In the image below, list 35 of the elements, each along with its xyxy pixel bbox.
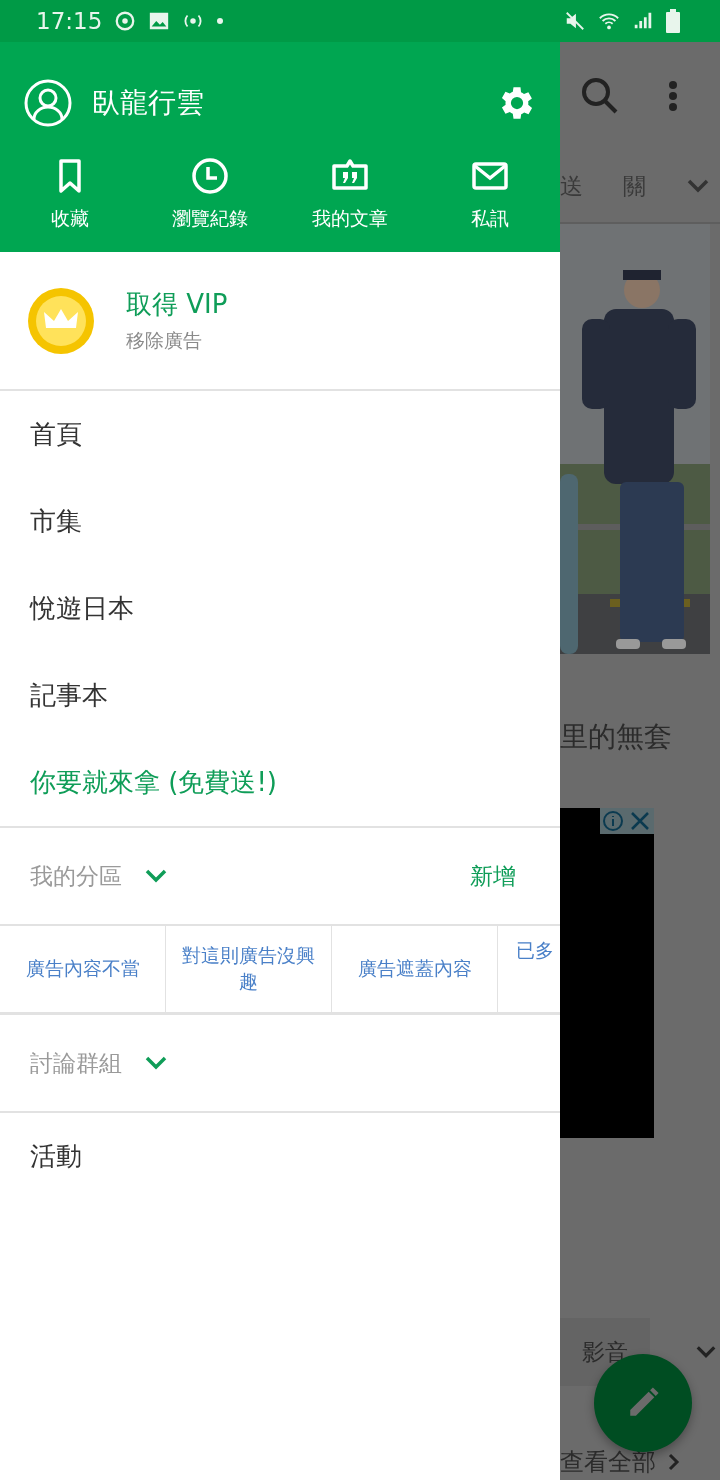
ad-feedback-option[interactable]: 對這則廣告沒興趣 bbox=[166, 926, 332, 1012]
ad-feedback-option[interactable]: 廣告遮蓋內容 bbox=[332, 926, 498, 1012]
ad-feedback-option[interactable]: 廣告內容不當 bbox=[0, 926, 166, 1012]
section-label[interactable]: 我的分區 bbox=[30, 860, 122, 892]
crown-badge-icon bbox=[26, 285, 96, 356]
clock-icon bbox=[190, 156, 230, 196]
more-icon[interactable] bbox=[668, 81, 678, 111]
shortcut-button[interactable]: 我的文章 bbox=[280, 156, 420, 232]
shortcut-button[interactable]: 收藏 bbox=[0, 156, 140, 232]
mute-icon bbox=[564, 10, 586, 32]
vip-subtitle: 移除廣告 bbox=[126, 328, 202, 353]
add-link[interactable]: 新增 bbox=[470, 860, 516, 892]
menu-item[interactable]: 市集 bbox=[0, 478, 560, 565]
vip-title: 取得 VIP bbox=[126, 288, 228, 321]
menu-item[interactable]: 首頁 bbox=[0, 391, 560, 478]
image-icon bbox=[148, 10, 171, 32]
menu-item[interactable]: 記事本 bbox=[0, 652, 560, 739]
user-name[interactable]: 臥龍行雲 bbox=[92, 84, 476, 122]
chevron-right-icon bbox=[668, 1453, 680, 1471]
see-all-link[interactable]: 查看全部 bbox=[560, 1448, 656, 1476]
menu-item[interactable]: 悅遊日本 bbox=[0, 565, 560, 652]
section-label[interactable]: 討論群組 bbox=[30, 1047, 122, 1079]
search-icon[interactable] bbox=[580, 76, 620, 116]
shortcut-button[interactable]: 私訊 bbox=[420, 156, 560, 232]
vip-banner[interactable]: 取得 VIP 移除廣告 bbox=[0, 252, 560, 391]
menu-item[interactable]: 你要就來拿 (免費送!) bbox=[0, 739, 560, 826]
menu-item[interactable]: 活動 bbox=[0, 1113, 560, 1200]
dot-icon bbox=[216, 17, 225, 25]
ad-feedback-option[interactable]: 已多 bbox=[498, 926, 559, 1012]
status-time: 17:15 bbox=[36, 8, 103, 34]
battery-icon bbox=[666, 9, 680, 33]
article-headline: 里的無套 bbox=[560, 719, 673, 755]
shortcut-button[interactable]: 瀏覽紀錄 bbox=[140, 156, 280, 232]
avatar-icon[interactable] bbox=[24, 79, 72, 127]
sync-icon bbox=[114, 10, 137, 32]
